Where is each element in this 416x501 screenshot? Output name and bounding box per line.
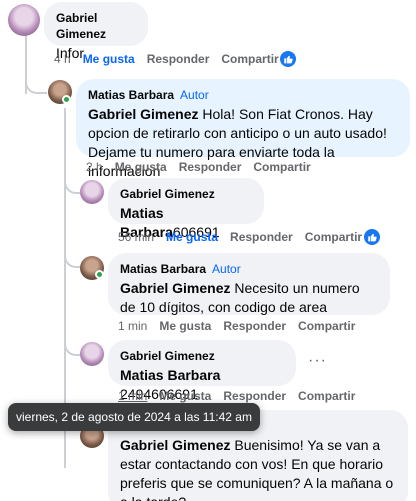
comment-bubble: Gabriel Gimenez Infor (44, 2, 148, 61)
comment-actions: 1 min Me gusta Responder Compartir (118, 389, 367, 403)
comment-text: Gabriel Gimenez Necesito un numero de 10… (120, 280, 360, 315)
like-button[interactable]: Me gusta (83, 52, 135, 66)
comment-actions: 56 min Me gusta Responder Compartir (118, 230, 374, 244)
reply-button[interactable]: Responder (179, 160, 242, 174)
reply-button[interactable]: Responder (223, 389, 286, 403)
mention-link[interactable]: Gabriel Gimenez (120, 437, 230, 453)
comment-author[interactable]: Gabriel Gimenez (120, 186, 215, 202)
comment-actions: 2 h Me gusta Responder Compartir (86, 160, 323, 174)
share-button[interactable]: Compartir (298, 319, 355, 333)
online-status-icon (95, 270, 104, 279)
reply-button[interactable]: Responder (223, 319, 286, 333)
reply-button[interactable]: Responder (147, 52, 210, 66)
comment-author[interactable]: Gabriel Gimenez (56, 10, 136, 42)
thread-connector (64, 170, 80, 194)
comment-author[interactable]: Matias Barbara (120, 261, 206, 277)
comment-actions: 1 min Me gusta Responder Compartir (118, 319, 367, 333)
avatar[interactable] (8, 4, 40, 36)
like-button[interactable]: Me gusta (159, 319, 211, 333)
comment-text: Gabriel Gimenez Buenisimo! Ya se van a e… (120, 437, 394, 501)
comment-time[interactable]: 4 h (54, 52, 71, 66)
avatar[interactable] (80, 342, 104, 366)
like-button[interactable]: Me gusta (166, 230, 218, 244)
share-button[interactable]: Compartir (305, 230, 362, 244)
thread-connector (64, 332, 80, 356)
online-status-icon (62, 95, 71, 104)
comment-bubble: Gabriel Gimenez Matias Barbara606691 (108, 178, 264, 240)
more-options-icon[interactable]: ··· (308, 352, 327, 370)
share-button[interactable]: Compartir (221, 52, 278, 66)
timestamp-tooltip: viernes, 2 de agosto de 2024 a las 11:42… (8, 403, 260, 431)
comment-author[interactable]: Matias Barbara (88, 87, 174, 103)
thread-connector (64, 244, 80, 268)
mention-link[interactable]: Gabriel Gimenez (120, 280, 230, 296)
like-reaction-icon[interactable] (280, 51, 296, 67)
comment-bubble: Matias Barbara Autor Gabriel Gimenez Hola… (76, 79, 410, 179)
comment-time[interactable]: 2 h (86, 160, 103, 174)
comment-author[interactable]: Gabriel Gimenez (120, 348, 215, 364)
comment-time[interactable]: 1 min (118, 319, 147, 333)
like-reaction-icon[interactable] (364, 229, 380, 245)
comment-bubble: Gabriel Gimenez Matias Barbara 249460669… (108, 340, 296, 402)
thread-connector (25, 62, 47, 94)
author-badge: Autor (180, 88, 209, 102)
like-button[interactable]: Me gusta (115, 160, 167, 174)
mention-link[interactable]: Gabriel Gimenez (88, 106, 198, 122)
like-button[interactable]: Me gusta (159, 389, 211, 403)
author-badge: Autor (212, 262, 241, 276)
comment-time[interactable]: 1 min (118, 389, 147, 403)
comment-bubble: Matias Barbara Autor Gabriel Gimenez Nece… (108, 253, 390, 315)
share-button[interactable]: Compartir (298, 389, 355, 403)
comment-time[interactable]: 56 min (118, 230, 154, 244)
comment-actions: 4 h Me gusta Responder Compartir (54, 52, 291, 66)
mention-link[interactable]: Matias Barbara (120, 367, 220, 383)
reply-button[interactable]: Responder (230, 230, 293, 244)
share-button[interactable]: Compartir (253, 160, 310, 174)
avatar[interactable] (80, 180, 104, 204)
